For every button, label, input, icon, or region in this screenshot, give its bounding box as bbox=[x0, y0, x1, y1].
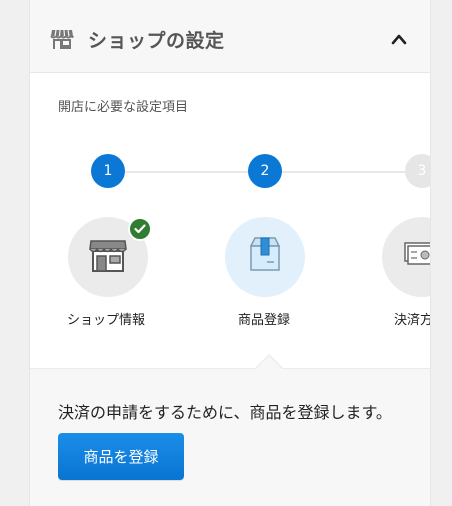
step-label-shop-info: ショップ情報 bbox=[67, 313, 146, 328]
shop-icon bbox=[88, 237, 128, 277]
money-icon bbox=[402, 240, 430, 274]
box-icon bbox=[245, 236, 285, 278]
collapse-toggle-button[interactable] bbox=[386, 28, 412, 50]
check-icon bbox=[128, 217, 152, 241]
step-number-1: 1 bbox=[91, 154, 125, 188]
page-title: ショップの設定 bbox=[88, 30, 225, 52]
step-payment-method[interactable] bbox=[382, 217, 430, 297]
step-connector bbox=[281, 171, 407, 173]
chevron-up-icon bbox=[391, 30, 407, 49]
register-product-button[interactable]: 商品を登録 bbox=[58, 433, 184, 480]
step-connector bbox=[125, 171, 251, 173]
shop-settings-card: ショップの設定 開店に必要な設定項目 1 2 3 ショップ情報 商品登録 決済方… bbox=[30, 0, 430, 506]
step-product-registration[interactable] bbox=[225, 217, 305, 297]
step-message: 決済の申請をするために、商品を登録します。 bbox=[58, 403, 392, 422]
step-label-product-registration: 商品登録 bbox=[238, 313, 291, 328]
card-header: ショップの設定 bbox=[30, 0, 430, 73]
step-number-2: 2 bbox=[248, 154, 282, 188]
step-number-3: 3 bbox=[405, 154, 430, 188]
panel-pointer-fill bbox=[256, 356, 282, 369]
step-label-payment-method: 決済方法 bbox=[394, 313, 430, 328]
section-label: 開店に必要な設定項目 bbox=[58, 100, 189, 115]
storefront-icon bbox=[50, 28, 74, 50]
